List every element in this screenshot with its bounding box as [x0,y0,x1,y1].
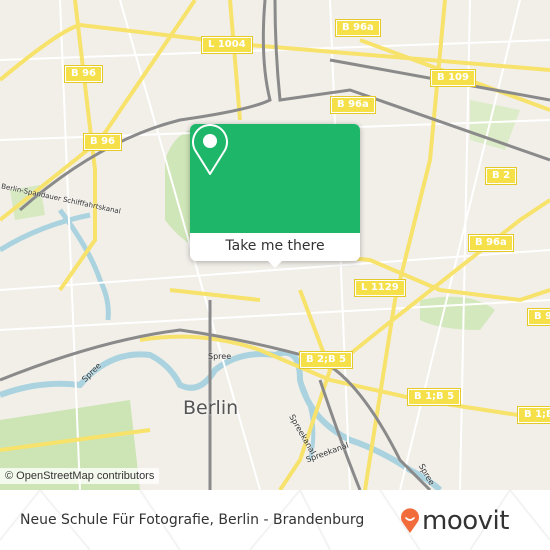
road-shield: B 1;B 5 [406,388,462,406]
road-shield: B 96a [468,234,514,252]
road-shield: B 96 [526,308,550,326]
road-shield: B 2;B 5 [298,351,354,369]
map-pin-icon [192,124,228,175]
road-shield: B 109 [430,69,476,87]
take-me-there-button[interactable]: Take me there [190,233,360,261]
map[interactable]: L 1004 B 96a B 96 B 109 B 96a B 96 B 2 B… [0,0,550,490]
location-popup: Take me there [190,124,360,268]
road-shield: B 96 [63,65,104,83]
road-shield: L 1129 [354,279,406,297]
place-name: Neue Schule Für Fotografie, Berlin - Bra… [20,512,365,528]
moovit-logo[interactable]: moovit [400,506,509,536]
map-attribution[interactable]: © OpenStreetMap contributors [0,468,160,484]
road-shield: B 96a [335,19,381,37]
popup-header [190,124,360,233]
park-area [470,100,520,150]
road-shield: B 1;B 5 [516,406,550,424]
moovit-pin-icon [401,508,419,533]
road-shield: B 2 [484,167,518,185]
canal [57,208,111,321]
road-shield: L 1004 [201,36,253,54]
road-shield: B 96a [330,96,376,114]
moovit-logo-text: moovit [422,506,509,536]
park-area [420,296,495,330]
road-shield: B 96 [82,133,123,151]
popup-pointer [268,261,282,268]
water-label: Spree [208,352,232,361]
footer-bar: Neue Schule Für Fotografie, Berlin - Bra… [0,490,550,550]
city-label: Berlin [183,397,239,419]
